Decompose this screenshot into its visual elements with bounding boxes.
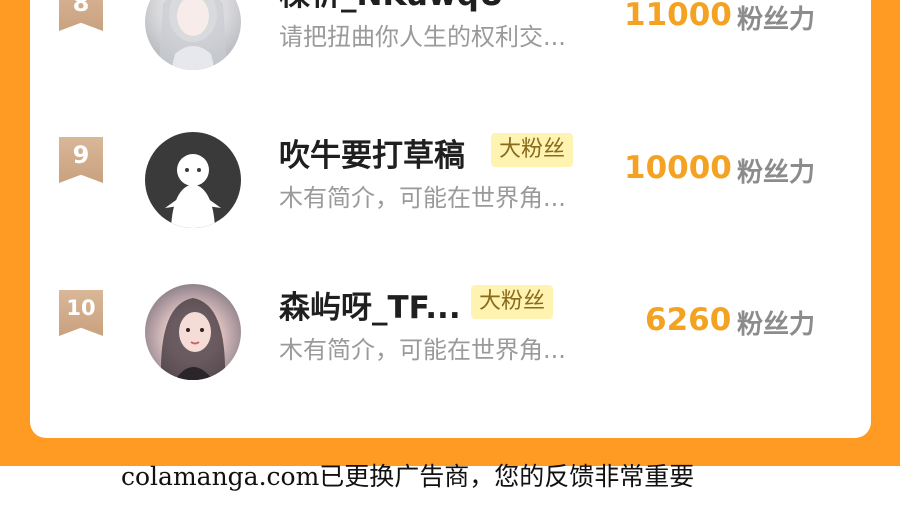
rank-badge: 10 bbox=[59, 290, 103, 336]
user-bio: 木有简介，可能在世界角... bbox=[279, 184, 566, 212]
user-bio: 请把扭曲你人生的权利交... bbox=[279, 23, 566, 51]
fan-unit: 粉丝力 bbox=[737, 158, 816, 188]
default-ghost-avatar-icon bbox=[165, 154, 221, 228]
avatar[interactable] bbox=[145, 132, 241, 228]
anime-girl-avatar-icon bbox=[159, 0, 227, 70]
user-bio: 木有简介，可能在世界角... bbox=[279, 336, 566, 364]
photo-avatar-icon bbox=[160, 298, 226, 380]
ad-notice: colamanga.com已更换广告商，您的反馈非常重要 bbox=[121, 462, 695, 491]
rank-row[interactable]: 9 吹牛要打草稿 大粉丝 木有简介，可能在世界角... 10000 粉丝力 bbox=[30, 124, 871, 234]
orange-frame: 8 楳祈_NKuwqU 请把扭曲你人生的权利交... 11000 粉丝力 9 bbox=[0, 0, 900, 466]
rank-number: 10 bbox=[66, 296, 96, 320]
fan-unit: 粉丝力 bbox=[737, 5, 816, 35]
fan-score: 6260 bbox=[645, 302, 732, 338]
rank-row[interactable]: 10 森屿呀_TF... 大粉丝 木有简介，可能在世界角... 6260 粉丝力 bbox=[30, 278, 871, 388]
user-name[interactable]: 楳祈_NKuwqU bbox=[279, 0, 504, 14]
rank-badge: 9 bbox=[59, 137, 103, 183]
rank-badge: 8 bbox=[59, 0, 103, 31]
ranking-card: 8 楳祈_NKuwqU 请把扭曲你人生的权利交... 11000 粉丝力 9 bbox=[30, 0, 871, 438]
user-name[interactable]: 吹牛要打草稿 bbox=[279, 130, 465, 175]
rank-row[interactable]: 8 楳祈_NKuwqU 请把扭曲你人生的权利交... 11000 粉丝力 bbox=[30, 0, 871, 79]
fan-level-badge: 大粉丝 bbox=[471, 285, 554, 319]
fan-score: 10000 bbox=[624, 150, 732, 186]
fan-level-badge: 大粉丝 bbox=[491, 133, 574, 167]
rank-number: 8 bbox=[72, 0, 90, 17]
user-name[interactable]: 森屿呀_TF... bbox=[279, 282, 461, 327]
fan-unit: 粉丝力 bbox=[737, 310, 816, 340]
fan-score: 11000 bbox=[624, 0, 732, 33]
rank-number: 9 bbox=[72, 141, 90, 169]
avatar[interactable] bbox=[145, 284, 241, 380]
avatar[interactable] bbox=[145, 0, 241, 70]
